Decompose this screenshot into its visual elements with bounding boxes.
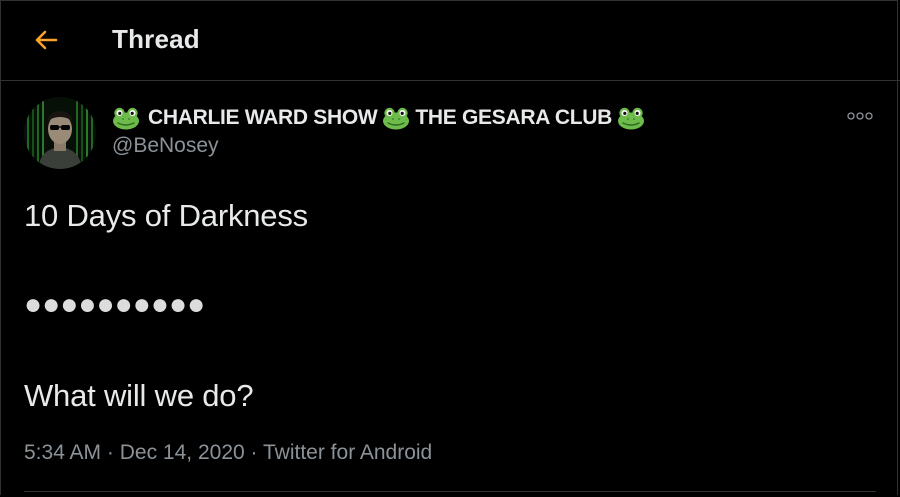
divider: [24, 491, 876, 492]
avatar[interactable]: [24, 97, 96, 169]
author-display-name[interactable]: CHARLIE WARD SHOW THE GESARA CLUB: [112, 106, 650, 130]
avatar-image: [24, 97, 96, 169]
display-name-part2: THE GESARA CLUB: [415, 106, 612, 129]
more-options-button[interactable]: [840, 104, 880, 128]
tweet-client[interactable]: Twitter for Android: [263, 441, 432, 464]
author-handle[interactable]: @BeNosey: [112, 134, 219, 158]
arrow-left-icon: [35, 30, 58, 50]
author-name-row[interactable]: CHARLIE WARD SHOW THE GESARA CLUB: [112, 104, 650, 132]
meta-separator: ·: [106, 441, 114, 464]
frog-face-icon: [617, 107, 644, 130]
meta-separator: ·: [250, 441, 258, 464]
tweet-metadata: 5:34 AM · Dec 14, 2020 · Twitter for And…: [24, 441, 432, 465]
back-button[interactable]: [22, 22, 70, 58]
frog-face-icon: [113, 107, 139, 130]
frog-face-icon: [383, 107, 410, 130]
page-title: Thread: [112, 24, 200, 54]
tweet-text-line: What will we do?: [24, 378, 254, 413]
display-name-part1: CHARLIE WARD SHOW: [148, 106, 378, 129]
thread-header: Thread: [0, 0, 900, 81]
tweet-time[interactable]: 5:34 AM: [24, 441, 101, 464]
tweet-text-line: 10 Days of Darkness: [24, 198, 308, 233]
more-options-icon: [847, 112, 873, 120]
tweet-text-line: ●●●●●●●●●●: [24, 288, 206, 321]
tweet-date[interactable]: Dec 14, 2020: [120, 441, 245, 464]
